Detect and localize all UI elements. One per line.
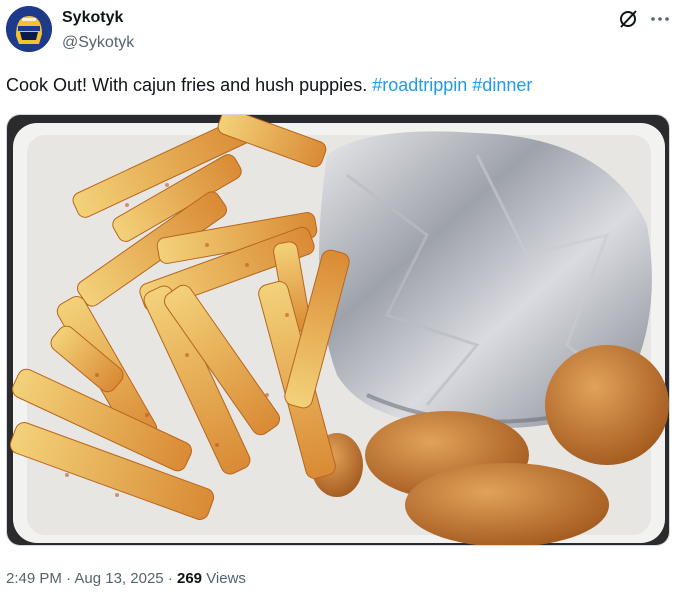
tweet-date[interactable]: Aug 13, 2025 <box>74 570 163 587</box>
meta-separator-2: · <box>167 570 173 587</box>
meta-separator: · <box>66 570 72 587</box>
hashtag-roadtrippin[interactable]: #roadtrippin <box>372 75 467 95</box>
author-name[interactable]: Sykotyk <box>62 9 123 27</box>
tweet-photo[interactable] <box>6 114 670 546</box>
helmet-avatar-icon <box>6 6 52 52</box>
views-label: Views <box>206 570 246 587</box>
tweet-time[interactable]: 2:49 PM <box>6 570 62 587</box>
tweet-meta: 2:49 PM · Aug 13, 2025 · 269 Views <box>6 570 246 587</box>
tweet-body: Cook Out! With cajun fries and hush pupp… <box>6 75 368 95</box>
avatar[interactable] <box>6 6 52 52</box>
views-count: 269 <box>176 570 203 587</box>
hashtag-dinner[interactable]: #dinner <box>472 75 532 95</box>
tweet-text: Cook Out! With cajun fries and hush pupp… <box>6 74 532 96</box>
grok-icon[interactable] <box>617 8 639 30</box>
food-photo <box>7 115 669 545</box>
author-handle[interactable]: @Sykotyk <box>62 34 134 52</box>
more-options-icon[interactable] <box>648 8 672 30</box>
